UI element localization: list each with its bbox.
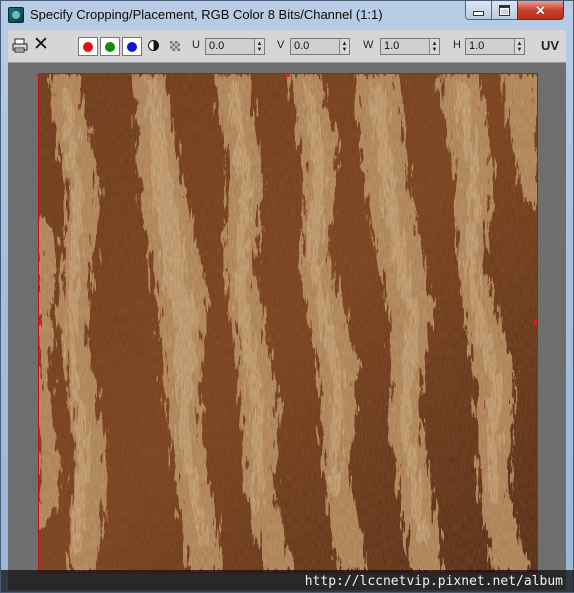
clear-x-icon[interactable]: ✕ [33, 35, 49, 54]
red-channel-button[interactable] [78, 37, 98, 56]
crop-handle-left[interactable] [39, 320, 42, 325]
close-button[interactable]: ✕ [517, 1, 564, 20]
green-channel-button[interactable] [100, 37, 120, 56]
green-dot-icon [105, 41, 115, 52]
toolbar: ✕ U 0.0 ▲ ▼ V 0.0 ▲ ▼ W 1.0 ▲ ▼ H 1.0 ▲ … [8, 30, 566, 63]
watermark-bar: http://lccnetvip.pixnet.net/album [1, 570, 574, 592]
maximize-icon [499, 4, 510, 16]
blue-dot-icon [127, 41, 137, 52]
checker-alpha-icon[interactable] [170, 41, 180, 51]
red-dot-icon [83, 41, 93, 52]
bark-texture-graphic [39, 74, 537, 572]
u-spinner-arrows[interactable]: ▲ ▼ [255, 39, 264, 54]
w-spinner-arrows[interactable]: ▲ ▼ [430, 39, 439, 54]
app-icon[interactable] [8, 7, 24, 23]
h-spinner[interactable]: 1.0 ▲ ▼ [465, 38, 525, 55]
client-area: ✕ U 0.0 ▲ ▼ V 0.0 ▲ ▼ W 1.0 ▲ ▼ H 1.0 ▲ … [8, 30, 566, 590]
u-input[interactable]: 0.0 [206, 39, 255, 54]
title-bar[interactable]: Specify Cropping/Placement, RGB Color 8 … [1, 1, 573, 29]
window-title: Specify Cropping/Placement, RGB Color 8 … [30, 7, 383, 22]
bark-texture-image[interactable] [38, 73, 538, 573]
minimize-icon [473, 10, 484, 16]
h-input[interactable]: 1.0 [466, 39, 515, 54]
crop-handle-top[interactable] [285, 74, 290, 77]
uv-label[interactable]: UV [541, 38, 559, 53]
crop-handle-right[interactable] [534, 320, 537, 325]
u-spinner[interactable]: 0.0 ▲ ▼ [205, 38, 265, 55]
v-input[interactable]: 0.0 [291, 39, 340, 54]
minimize-button[interactable] [465, 1, 492, 20]
h-label: H [453, 39, 461, 51]
save-printer-icon[interactable] [12, 38, 28, 53]
u-label: U [192, 39, 200, 51]
h-spinner-arrows[interactable]: ▲ ▼ [515, 39, 524, 54]
watermark-text: http://lccnetvip.pixnet.net/album [304, 574, 563, 589]
cropping-window: Specify Cropping/Placement, RGB Color 8 … [0, 0, 574, 593]
blue-channel-button[interactable] [122, 37, 142, 56]
w-label: W [363, 39, 374, 51]
v-label: V [277, 39, 285, 51]
w-input[interactable]: 1.0 [381, 39, 430, 54]
w-spinner[interactable]: 1.0 ▲ ▼ [380, 38, 440, 55]
v-spinner[interactable]: 0.0 ▲ ▼ [290, 38, 350, 55]
maximize-button[interactable] [491, 1, 518, 20]
close-icon: ✕ [535, 2, 546, 18]
monochrome-icon[interactable] [148, 40, 159, 51]
v-spinner-arrows[interactable]: ▲ ▼ [340, 39, 349, 54]
